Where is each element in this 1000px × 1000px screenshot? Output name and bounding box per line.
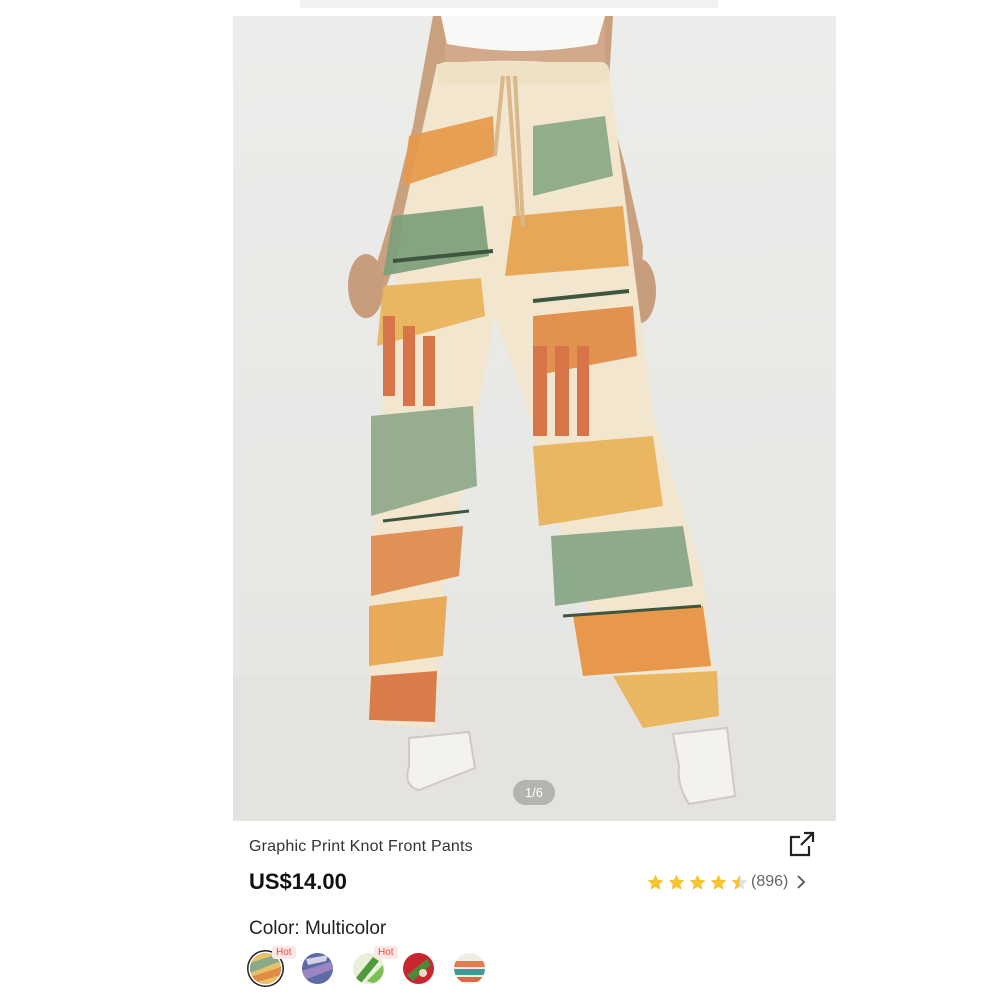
rating-summary[interactable]: (896) — [646, 870, 806, 894]
top-bar — [300, 0, 718, 8]
product-image[interactable]: 1/6 — [233, 16, 836, 821]
image-page-indicator: 1/6 — [513, 780, 555, 805]
swatch-image — [302, 953, 333, 984]
star-icon — [668, 874, 685, 890]
swatch-teal-orange[interactable] — [454, 953, 485, 984]
rating-stars — [646, 873, 749, 892]
swatch-image — [403, 953, 434, 984]
pants-illustration — [233, 16, 836, 821]
review-count: (896) — [751, 873, 789, 890]
swatch-blue-purple[interactable] — [302, 953, 333, 984]
product-title: Graphic Print Knot Front Pants — [249, 838, 473, 855]
star-icon — [647, 874, 664, 890]
color-label: Color: Multicolor — [249, 918, 387, 939]
star-icon — [710, 874, 727, 890]
hot-badge: Hot — [374, 946, 398, 959]
chevron-right-icon — [797, 875, 806, 889]
product-price: US$14.00 — [249, 869, 347, 894]
hot-badge: Hot — [272, 946, 296, 959]
star-icon — [689, 874, 706, 890]
swatch-red-green[interactable] — [403, 953, 434, 984]
star-half-icon — [731, 874, 748, 890]
share-button[interactable] — [788, 830, 816, 858]
swatch-image — [454, 953, 485, 984]
share-icon — [789, 831, 815, 857]
